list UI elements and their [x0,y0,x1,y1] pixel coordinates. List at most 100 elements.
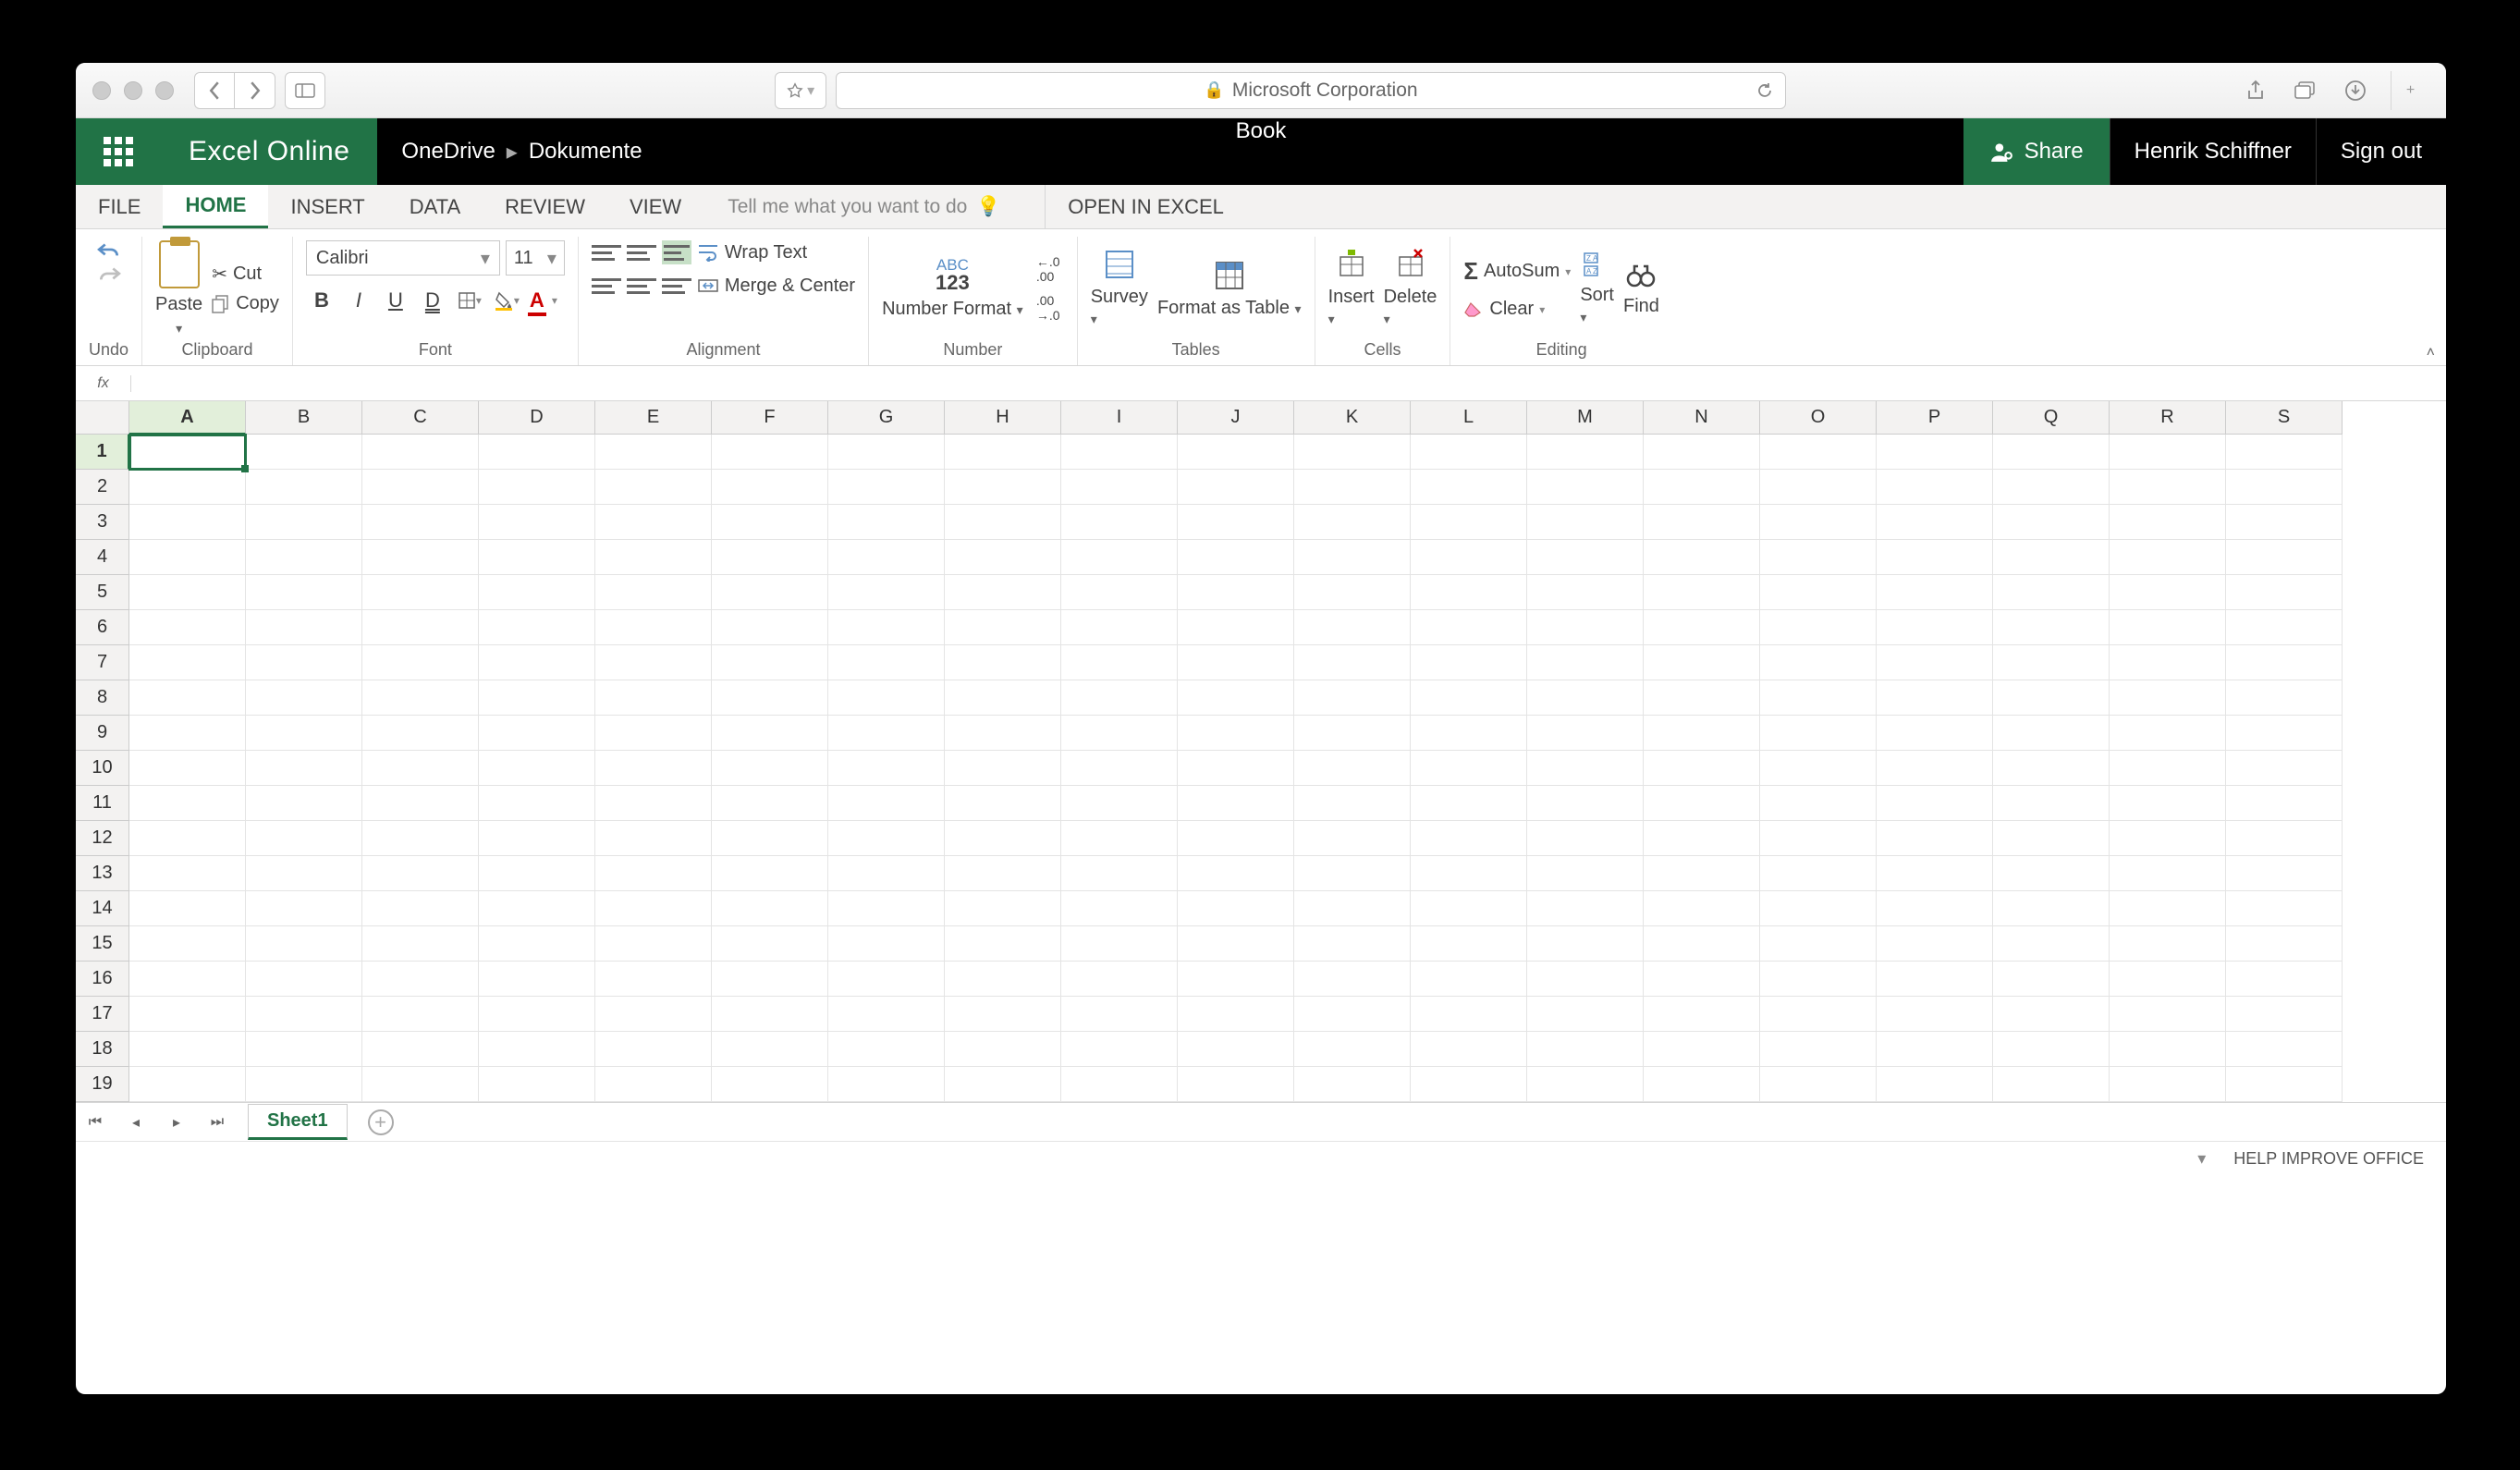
sidebar-toggle-icon[interactable] [285,72,325,109]
cell[interactable] [362,821,479,856]
cell[interactable] [1760,680,1877,716]
cell[interactable] [1644,856,1760,891]
cell[interactable] [712,716,828,751]
row-header[interactable]: 6 [76,610,129,645]
row-header[interactable]: 3 [76,505,129,540]
column-header[interactable]: I [1061,401,1178,435]
cell[interactable] [1178,962,1294,997]
cell[interactable] [1877,716,1993,751]
cell[interactable] [1993,575,2110,610]
cell[interactable] [595,680,712,716]
cell[interactable] [246,821,362,856]
cell[interactable] [2226,505,2343,540]
cell[interactable] [1178,856,1294,891]
cell[interactable] [1877,610,1993,645]
cell[interactable] [2110,680,2226,716]
cell[interactable] [1294,997,1411,1032]
user-name[interactable]: Henrik Schiffner [2110,118,2317,185]
cell[interactable] [712,470,828,505]
cell[interactable] [246,786,362,821]
cell[interactable] [945,1032,1061,1067]
cell[interactable] [1178,575,1294,610]
cell[interactable] [246,1032,362,1067]
cell[interactable] [479,435,595,470]
cell[interactable] [129,680,246,716]
cell[interactable] [1411,505,1527,540]
cell[interactable] [2226,470,2343,505]
cell[interactable] [479,1032,595,1067]
cell[interactable] [1061,786,1178,821]
cell[interactable] [1411,575,1527,610]
cell[interactable] [1644,997,1760,1032]
cell[interactable] [1061,997,1178,1032]
undo-button[interactable] [97,240,121,261]
add-sheet-button[interactable]: + [368,1109,394,1135]
tabs-icon[interactable] [2285,72,2326,109]
row-header[interactable]: 5 [76,575,129,610]
cell[interactable] [1644,926,1760,962]
cell[interactable] [2226,610,2343,645]
cell[interactable] [1294,680,1411,716]
cell[interactable] [129,962,246,997]
borders-button[interactable]: ▾ [454,285,485,316]
cell[interactable] [1644,680,1760,716]
cell[interactable] [1993,997,2110,1032]
cell[interactable] [479,680,595,716]
cell[interactable] [1760,926,1877,962]
cell[interactable] [1527,540,1644,575]
cell[interactable] [362,680,479,716]
cell[interactable] [362,1032,479,1067]
column-header[interactable]: D [479,401,595,435]
cell[interactable] [1644,716,1760,751]
cell[interactable] [1178,716,1294,751]
cell[interactable] [2110,856,2226,891]
cell[interactable] [1061,926,1178,962]
cell[interactable] [479,1067,595,1102]
cell[interactable] [2226,1067,2343,1102]
favorite-button[interactable]: ▾ [775,72,826,109]
cell[interactable] [1061,856,1178,891]
cell[interactable] [828,680,945,716]
cell[interactable] [1061,891,1178,926]
row-header[interactable]: 16 [76,962,129,997]
cell[interactable] [246,997,362,1032]
cell[interactable] [828,1032,945,1067]
cell[interactable] [1760,435,1877,470]
row-header[interactable]: 9 [76,716,129,751]
document-title[interactable]: Book [1236,118,1287,144]
cell[interactable] [1294,505,1411,540]
cell[interactable] [1760,997,1877,1032]
cell[interactable] [2110,962,2226,997]
cell[interactable] [828,821,945,856]
cell[interactable] [828,540,945,575]
tab-insert[interactable]: INSERT [268,185,386,228]
cell[interactable] [1760,856,1877,891]
downloads-icon[interactable] [2335,72,2376,109]
help-improve-link[interactable]: HELP IMPROVE OFFICE [2233,1149,2424,1169]
cell[interactable] [1993,470,2110,505]
cell[interactable] [1993,926,2110,962]
cell[interactable] [1527,751,1644,786]
cell[interactable] [129,821,246,856]
cell[interactable] [1294,470,1411,505]
cell[interactable] [2110,1032,2226,1067]
column-header[interactable]: F [712,401,828,435]
cell[interactable] [479,751,595,786]
column-header[interactable]: C [362,401,479,435]
cell[interactable] [1760,891,1877,926]
cell[interactable] [2110,786,2226,821]
wrap-text-button[interactable]: Wrap Text [697,242,807,263]
cell[interactable] [712,540,828,575]
autosum-button[interactable]: ΣAutoSum▾ [1463,257,1571,286]
cell[interactable] [1411,1032,1527,1067]
cell[interactable] [1061,1032,1178,1067]
cell[interactable] [1178,680,1294,716]
cell[interactable] [945,786,1061,821]
cell[interactable] [828,610,945,645]
forward-button[interactable] [235,72,275,109]
cell[interactable] [1061,540,1178,575]
cell[interactable] [2226,1032,2343,1067]
cell[interactable] [129,610,246,645]
cell[interactable] [246,575,362,610]
cell[interactable] [2226,786,2343,821]
